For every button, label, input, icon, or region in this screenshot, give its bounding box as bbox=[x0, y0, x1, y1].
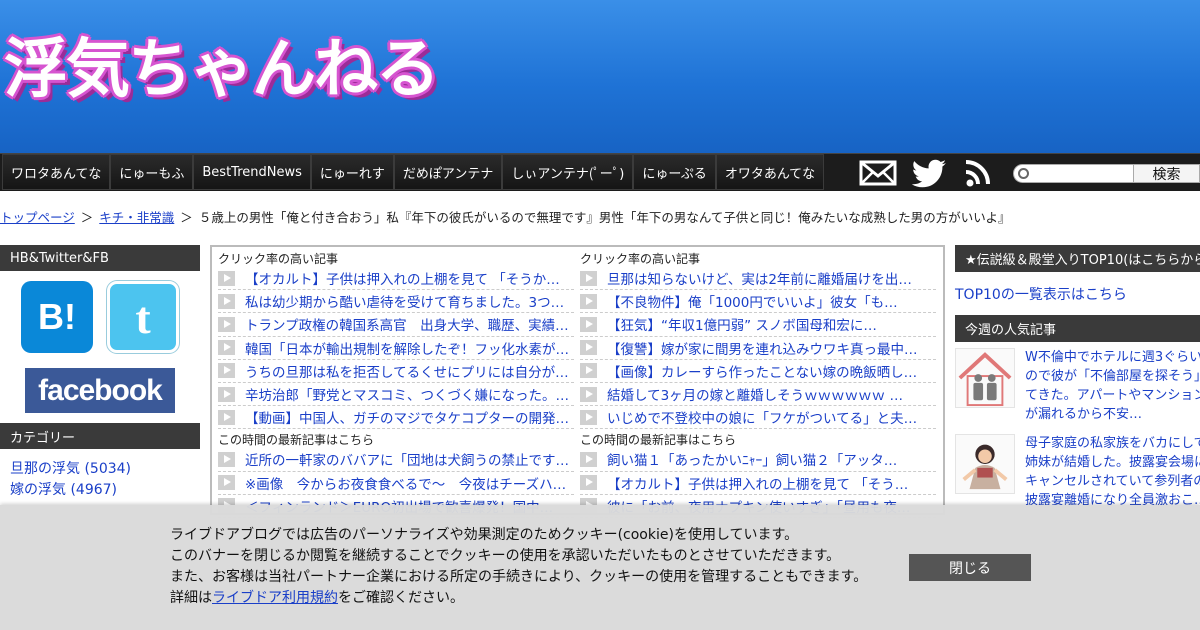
play-icon bbox=[580, 451, 597, 467]
right-sidebar: ★伝説級＆殿堂入りTOP10(はこちらから) TOP10の一覧表示はこちら 今週… bbox=[955, 245, 1200, 514]
article-link[interactable]: 【狂気】“年収1億円弱” スノボ国母和宏に… bbox=[580, 313, 936, 337]
cookie-banner: ライブドアブログでは広告のパーソナライズや効果測定のためクッキー(cookie)… bbox=[0, 505, 1200, 630]
play-icon bbox=[218, 451, 235, 467]
article-link[interactable]: 結婚して3ヶ月の嫁と離婚しそうｗｗｗｗｗｗ … bbox=[580, 383, 936, 407]
breadcrumb-category[interactable]: キチ・非常識 bbox=[99, 210, 174, 225]
popular-article[interactable]: W不倫中でホテルに週3ぐらい ので彼が「不倫部屋を探そう」 てきた。アパートやマ… bbox=[955, 342, 1200, 428]
legend-heading[interactable]: ★伝説級＆殿堂入りTOP10(はこちらから) bbox=[955, 245, 1200, 272]
article-link[interactable]: 近所の一軒家のババアに「団地は犬飼うの禁止です… bbox=[218, 448, 574, 472]
main-nav: ワロタあんてな にゅーもふ BestTrendNews にゅーれす だめぽアンテ… bbox=[0, 153, 1200, 191]
hatena-bookmark-icon[interactable]: B! bbox=[21, 281, 93, 353]
article-link[interactable]: 【オカルト】子供は押入れの上棚を見て 「そう… bbox=[580, 472, 936, 495]
social-buttons: B! t facebook bbox=[0, 271, 200, 423]
section-title-popular: クリック率の高い記事 bbox=[218, 252, 339, 266]
article-link[interactable]: 飼い猫１「あったかいﾆｬｰ」飼い猫２「アッタ… bbox=[580, 448, 936, 472]
left-sidebar: HB&Twitter&FB B! t facebook カテゴリー 旦那の浮気 … bbox=[0, 245, 200, 501]
breadcrumb: トップページ ＞ キチ・非常識 ＞ ５歳上の男性「俺と付き合おう」私『年下の彼氏がいるの… bbox=[0, 207, 1200, 226]
play-icon bbox=[580, 316, 597, 332]
antenna-column-left: クリック率の高い記事 【オカルト】子供は押入れの上棚を見て 「そうか… 私は幼少… bbox=[218, 251, 574, 518]
nav-link-nyumofu[interactable]: にゅーもふ bbox=[110, 154, 194, 190]
search-input[interactable] bbox=[1032, 165, 1132, 182]
category-item[interactable]: 嫁の浮気 (4967) bbox=[10, 480, 200, 501]
play-icon bbox=[218, 386, 235, 402]
play-icon bbox=[218, 316, 235, 332]
article-link[interactable]: 韓国「日本が輸出規制を解除したぞ！フッ化水素が… bbox=[218, 337, 574, 360]
nav-link-nyuresu[interactable]: にゅーれす bbox=[310, 154, 394, 190]
couple-house-icon bbox=[955, 348, 1015, 408]
play-icon bbox=[218, 340, 235, 356]
article-link[interactable]: 旦那は知らないけど、実は2年前に離婚届けを出… bbox=[580, 267, 936, 291]
woman-figure-icon bbox=[955, 434, 1015, 494]
article-link[interactable]: いじめで不登校中の娘に「フケがついてる」と夫… bbox=[580, 406, 936, 430]
close-cookie-button[interactable]: 閉じる bbox=[909, 554, 1031, 581]
antenna-column-right: クリック率の高い記事 旦那は知らないけど、実は2年前に離婚届けを出… 【不良物件… bbox=[580, 251, 936, 518]
article-link[interactable]: トランプ政権の韓国系高官 出身大学、職歴、実績… bbox=[218, 313, 574, 337]
search-field bbox=[1013, 164, 1135, 183]
terms-link[interactable]: ライブドア利用規約 bbox=[212, 590, 338, 606]
play-icon bbox=[218, 409, 235, 425]
cookie-message: ライブドアブログでは広告のパーソナライズや効果測定のためクッキー(cookie)… bbox=[170, 527, 868, 606]
antenna-panel: クリック率の高い記事 【オカルト】子供は押入れの上棚を見て 「そうか… 私は幼少… bbox=[210, 245, 945, 518]
site-logo[interactable]: 浮気ちゃんねる bbox=[4, 30, 440, 110]
category-item[interactable]: 旦那の浮気 (5034) bbox=[10, 459, 200, 480]
category-list: 旦那の浮気 (5034) 嫁の浮気 (4967) bbox=[0, 449, 200, 501]
social-heading: HB&Twitter&FB bbox=[0, 245, 200, 271]
nav-link-owata[interactable]: オワタあんてな bbox=[715, 154, 825, 190]
play-icon bbox=[580, 340, 597, 356]
nav-link-damepo[interactable]: だめぽアンテナ bbox=[393, 154, 503, 190]
article-link[interactable]: うちの旦那は私を拒否してるくせにプリには自分が… bbox=[218, 360, 574, 383]
article-link[interactable]: 【オカルト】子供は押入れの上棚を見て 「そうか… bbox=[218, 267, 574, 291]
section-title-popular: クリック率の高い記事 bbox=[580, 252, 701, 266]
popular-article-title: 母子家庭の私家族をバカにして 姉妹が結婚した。披露宴会場に キャンセルされていて… bbox=[1025, 436, 1200, 508]
play-icon bbox=[218, 475, 235, 491]
mail-icon[interactable] bbox=[859, 158, 897, 188]
top10-link[interactable]: TOP10の一覧表示はこちら bbox=[955, 272, 1200, 315]
nav-link-warota[interactable]: ワロタあんてな bbox=[2, 154, 111, 190]
twitter-bird-icon[interactable]: t bbox=[107, 281, 179, 353]
search-button[interactable]: 検索 bbox=[1133, 164, 1200, 183]
nav-link-besttrendnews[interactable]: BestTrendNews bbox=[193, 154, 311, 190]
article-link[interactable]: ※画像 今からお夜食食べるで～ 今夜はチーズハ… bbox=[218, 472, 574, 495]
site-header: 浮気ちゃんねる bbox=[0, 0, 1200, 153]
category-heading: カテゴリー bbox=[0, 423, 200, 449]
popular-article-title: W不倫中でホテルに週3ぐらい ので彼が「不倫部屋を探そう」 てきた。アパートやマ… bbox=[1025, 350, 1200, 422]
play-icon bbox=[580, 475, 597, 491]
article-link[interactable]: 【動画】中国人、ガチのマジでタケコプターの開発… bbox=[218, 406, 574, 430]
article-link[interactable]: 辛坊治郎「野党とマスコミ、つくづく嫌になった。… bbox=[218, 383, 574, 407]
weekly-popular-heading: 今週の人気記事 bbox=[955, 315, 1200, 342]
play-icon bbox=[580, 386, 597, 402]
play-icon bbox=[580, 270, 597, 286]
play-icon bbox=[218, 293, 235, 309]
article-link[interactable]: 私は幼少期から酷い虐待を受けて育ちました。3つ… bbox=[218, 290, 574, 314]
popular-article[interactable]: 母子家庭の私家族をバカにして 姉妹が結婚した。披露宴会場に キャンセルされていて… bbox=[955, 428, 1200, 514]
play-icon bbox=[580, 293, 597, 309]
play-icon bbox=[580, 409, 597, 425]
article-link[interactable]: 【不良物件】俺「1000円でいいよ」彼女「も… bbox=[580, 290, 936, 314]
facebook-icon[interactable]: facebook bbox=[25, 368, 175, 413]
breadcrumb-separator: ＞ bbox=[80, 210, 94, 225]
play-icon bbox=[218, 270, 235, 286]
section-title-latest: この時間の最新記事はこちら bbox=[580, 433, 737, 448]
nav-link-nyupuru[interactable]: にゅーぷる bbox=[633, 154, 716, 190]
article-link[interactable]: 【復讐】嫁が家に間男を連れ込みウワキ真っ最中… bbox=[580, 337, 936, 360]
search-icon bbox=[1018, 168, 1029, 179]
nav-link-shii[interactable]: しぃアンテナ(ﾟーﾟ) bbox=[502, 154, 634, 190]
play-icon bbox=[218, 363, 235, 379]
rss-icon[interactable] bbox=[962, 158, 1000, 188]
twitter-icon[interactable] bbox=[911, 158, 949, 188]
play-icon bbox=[580, 363, 597, 379]
breadcrumb-current: ５歳上の男性「俺と付き合おう」私『年下の彼氏がいるので無理です』男性「年下の男な… bbox=[198, 210, 1011, 225]
nav-links: ワロタあんてな にゅーもふ BestTrendNews にゅーれす だめぽアンテ… bbox=[2, 154, 825, 192]
breadcrumb-separator: ＞ bbox=[180, 210, 193, 225]
breadcrumb-home[interactable]: トップページ bbox=[0, 210, 75, 225]
article-link[interactable]: 【画像】カレーすら作ったことない嫁の晩飯晒し… bbox=[580, 360, 936, 383]
section-title-latest: この時間の最新記事はこちら bbox=[218, 433, 375, 448]
